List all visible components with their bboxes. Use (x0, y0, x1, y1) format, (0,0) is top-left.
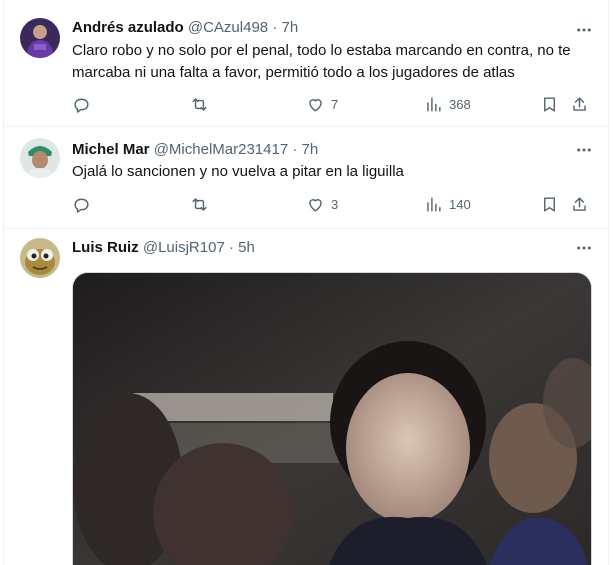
separator: · (228, 239, 234, 256)
reply-icon (72, 195, 91, 214)
action-bar: 7 368 (72, 92, 592, 116)
user-handle[interactable]: @LuisjR107 (143, 239, 225, 256)
bookmark-icon (540, 95, 559, 114)
retweet-button[interactable] (190, 92, 209, 116)
heart-icon (306, 95, 325, 114)
tweet-text: Ojalá lo sancionen y no vuelva a pitar e… (72, 163, 404, 180)
reply-icon (72, 95, 91, 114)
user-handle[interactable]: @MichelMar231417 (154, 141, 288, 158)
bookmark-icon (540, 195, 559, 214)
like-count: 7 (331, 96, 339, 112)
like-count: 3 (331, 196, 339, 212)
heart-icon (306, 195, 325, 214)
timestamp[interactable]: 7h (302, 141, 319, 158)
video-thumbnail[interactable] (72, 272, 592, 565)
tweet-header: Andrés azulado @CAzul498 · 7h (72, 18, 568, 38)
avatar[interactable] (20, 138, 60, 178)
reply-button[interactable] (72, 92, 91, 116)
view-count: 368 (449, 96, 471, 112)
timestamp[interactable]: 7h (281, 19, 298, 36)
views-icon (424, 95, 443, 114)
more-icon[interactable] (572, 138, 596, 162)
share-button[interactable] (570, 192, 589, 216)
bookmark-button[interactable] (540, 92, 559, 116)
display-name[interactable]: Michel Mar (72, 141, 150, 158)
reply-button[interactable] (72, 192, 91, 216)
tweet-andres[interactable]: Andrés azulado @CAzul498 · 7h Claro robo… (4, 0, 608, 127)
views-button[interactable]: 140 (424, 192, 471, 216)
display-name[interactable]: Andrés azulado (72, 19, 184, 36)
tweet-header: Luis Ruiz @LuisjR107 · 5h (72, 238, 568, 258)
retweet-icon (190, 195, 209, 214)
view-count: 140 (449, 196, 471, 212)
timeline: Andrés azulado @CAzul498 · 7h Claro robo… (3, 0, 609, 565)
share-icon (570, 95, 589, 114)
separator: · (272, 19, 278, 36)
like-button[interactable]: 7 (306, 92, 338, 116)
more-icon[interactable] (572, 18, 596, 42)
tweet-michel[interactable]: Michel Mar @MichelMar231417 · 7h Ojalá l… (4, 126, 608, 229)
action-bar: 3 140 (72, 192, 592, 216)
avatar[interactable] (20, 18, 60, 58)
more-icon[interactable] (572, 236, 596, 260)
display-name[interactable]: Luis Ruiz (72, 239, 139, 256)
user-handle[interactable]: @CAzul498 (188, 19, 268, 36)
share-button[interactable] (570, 92, 589, 116)
retweet-icon (190, 95, 209, 114)
like-button[interactable]: 3 (306, 192, 338, 216)
bookmark-button[interactable] (540, 192, 559, 216)
tweet-text: Claro robo y no solo por el penal, todo … (72, 42, 571, 81)
separator: · (292, 141, 298, 158)
share-icon (570, 195, 589, 214)
timestamp[interactable]: 5h (238, 239, 255, 256)
tweet-header: Michel Mar @MichelMar231417 · 7h (72, 140, 568, 160)
retweet-button[interactable] (190, 192, 209, 216)
views-icon (424, 195, 443, 214)
avatar[interactable] (20, 238, 60, 278)
views-button[interactable]: 368 (424, 92, 471, 116)
